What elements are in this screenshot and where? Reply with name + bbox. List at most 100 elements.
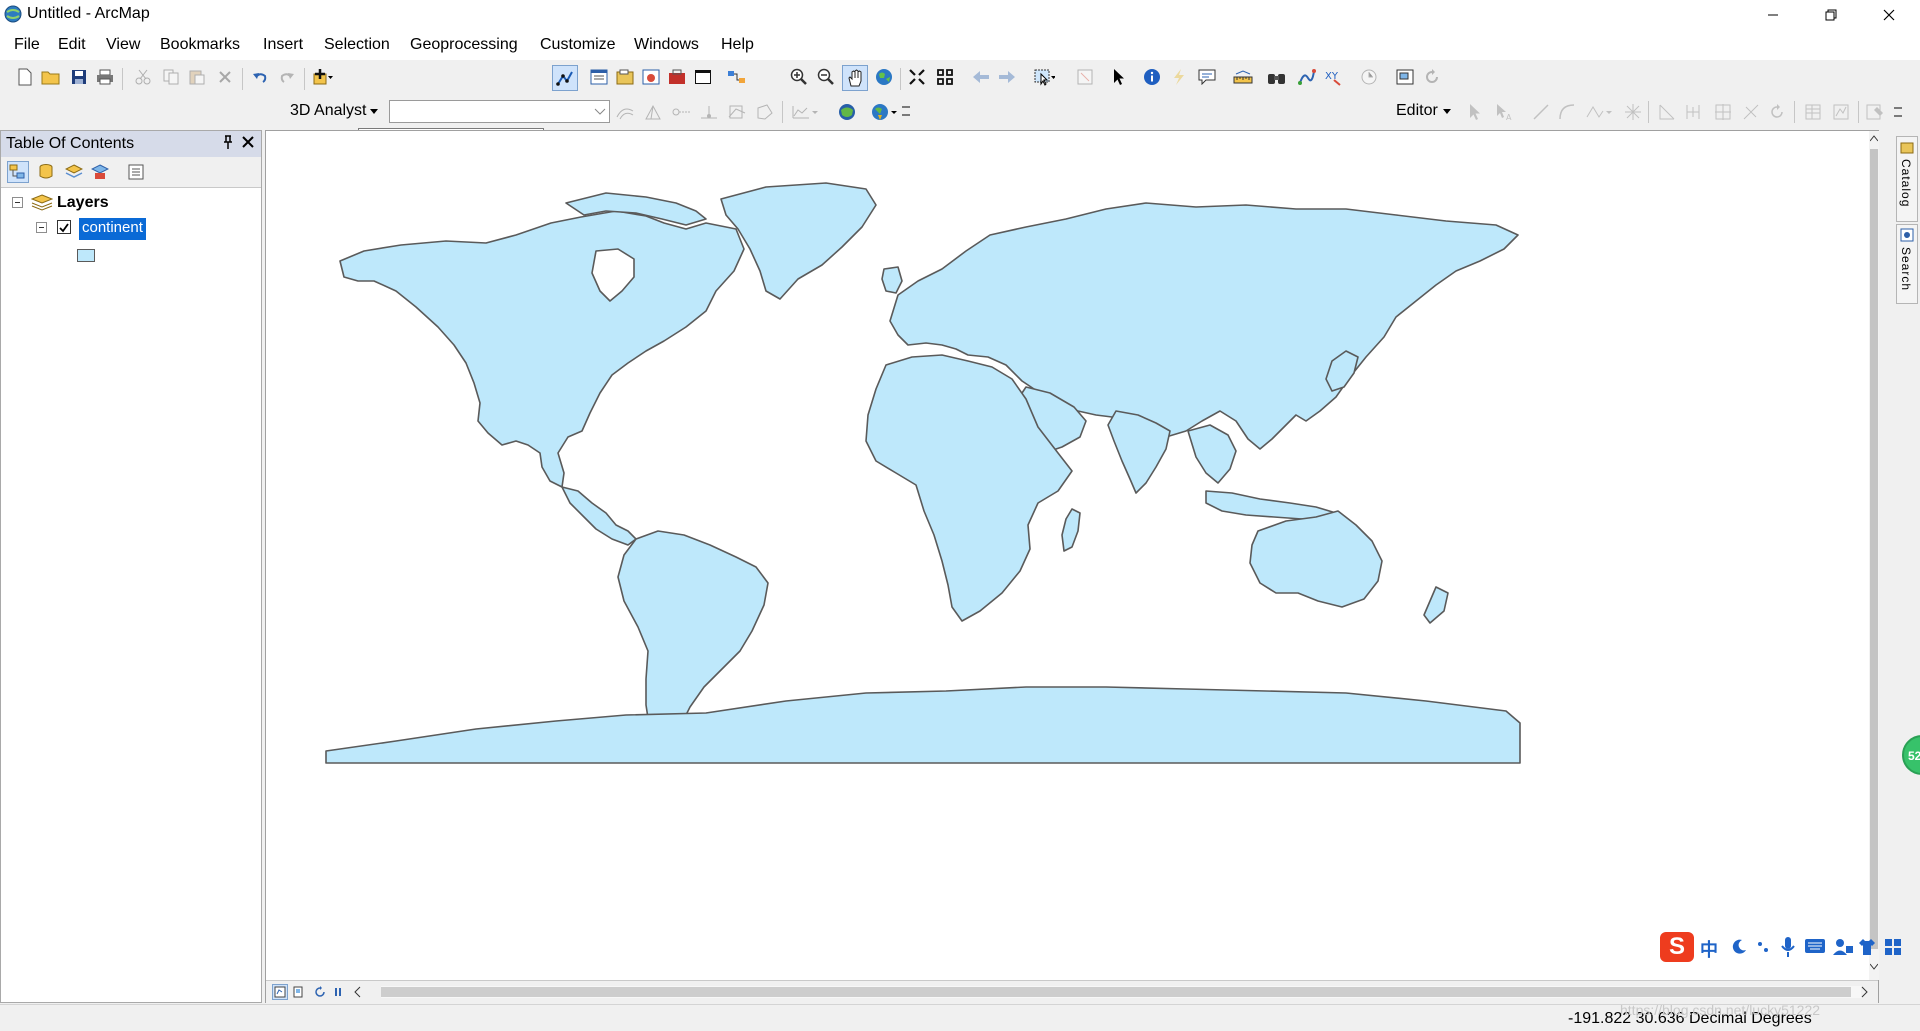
continent-greenland[interactable] (720, 182, 877, 300)
arcglobe-button[interactable] (870, 101, 900, 123)
menu-customize[interactable]: Customize (540, 36, 616, 54)
continent-north-america[interactable] (339, 210, 745, 488)
attributes-button[interactable] (1802, 101, 1824, 123)
python-window-button[interactable] (692, 66, 714, 88)
find-button[interactable] (1266, 66, 1288, 88)
paste-button[interactable] (186, 66, 208, 88)
menu-selection[interactable]: Selection (324, 36, 390, 54)
moon-icon[interactable] (1730, 938, 1748, 956)
continent-central-america[interactable] (561, 486, 637, 546)
microphone-icon[interactable] (1780, 936, 1796, 958)
floating-assistant-ball[interactable]: 52 (1902, 735, 1920, 775)
arcscene-button[interactable] (836, 101, 858, 123)
refresh-view-button[interactable] (312, 984, 328, 1000)
copy-button[interactable] (160, 66, 182, 88)
refresh-button[interactable] (1421, 66, 1443, 88)
fixed-zoom-out-button[interactable] (934, 66, 956, 88)
add-data-button[interactable] (312, 66, 334, 88)
time-slider-button[interactable] (1358, 66, 1380, 88)
straight-segment-button[interactable] (1530, 101, 1552, 123)
data-view-button[interactable] (272, 984, 288, 1000)
caret-down-icon[interactable] (1443, 109, 1451, 115)
pin-icon[interactable] (221, 134, 235, 150)
zoom-out-button[interactable] (815, 66, 837, 88)
layers-collapse-toggle[interactable] (12, 197, 23, 208)
line-of-sight-button[interactable] (670, 101, 692, 123)
new-zealand[interactable] (1423, 586, 1449, 624)
fixed-zoom-in-button[interactable] (906, 66, 928, 88)
redo-button[interactable] (276, 66, 298, 88)
data-frame-name[interactable]: Layers (57, 194, 109, 212)
list-by-visibility-button[interactable] (63, 161, 85, 183)
continent-symbol-swatch[interactable] (77, 249, 95, 262)
scroll-left-button[interactable] (350, 984, 366, 1000)
vertical-scroll-thumb[interactable] (1870, 149, 1878, 949)
point-button[interactable] (1622, 101, 1644, 123)
zoom-in-button[interactable] (788, 66, 810, 88)
full-extent-button[interactable] (873, 66, 895, 88)
layout-view-button[interactable] (290, 984, 306, 1000)
table-of-contents-button[interactable] (588, 66, 610, 88)
user-skin-icon[interactable] (1832, 938, 1854, 956)
continent-visibility-checkbox[interactable] (57, 220, 71, 234)
interpolate-point-button[interactable] (698, 101, 720, 123)
ime-language-indicator[interactable]: 中 (1700, 936, 1718, 962)
steepest-path-button[interactable] (642, 101, 664, 123)
menu-help[interactable]: Help (721, 36, 754, 54)
go-back-extent-button[interactable] (970, 66, 992, 88)
restore-button[interactable] (1802, 0, 1860, 30)
scroll-down-icon[interactable] (1870, 963, 1878, 971)
sketch-properties-button[interactable] (1830, 101, 1852, 123)
list-by-source-button[interactable] (35, 161, 57, 183)
find-route-button[interactable] (1296, 66, 1318, 88)
print-button[interactable] (94, 66, 116, 88)
profile-graph-button[interactable] (790, 101, 820, 123)
menu-windows[interactable]: Windows (634, 36, 699, 54)
catalog-dock-tab[interactable]: Catalog (1896, 136, 1918, 222)
rotate-tool-button[interactable] (1766, 101, 1788, 123)
search-window-button[interactable] (640, 66, 662, 88)
save-button[interactable] (68, 66, 90, 88)
identify-button[interactable] (1141, 66, 1163, 88)
3d-analyst-layer-combobox[interactable] (389, 100, 610, 123)
southeast-asia[interactable] (1187, 424, 1237, 484)
menu-insert[interactable]: Insert (263, 36, 303, 54)
close-button[interactable] (1860, 0, 1918, 30)
select-features-button[interactable] (1033, 66, 1055, 88)
split-tool-button[interactable] (1740, 101, 1762, 123)
edit-vertices-button[interactable] (1656, 101, 1678, 123)
catalog-window-button[interactable] (614, 66, 636, 88)
edit-tool-button[interactable] (1464, 101, 1486, 123)
cut-polygons-button[interactable] (1712, 101, 1734, 123)
model-builder-button[interactable] (726, 66, 748, 88)
interpolate-line-button[interactable] (726, 101, 748, 123)
cut-button[interactable] (132, 66, 154, 88)
keyboard-icon[interactable] (1804, 938, 1826, 954)
toc-options-button[interactable] (125, 161, 147, 183)
menu-bookmarks[interactable]: Bookmarks (160, 36, 240, 54)
end-point-arc-button[interactable] (1556, 101, 1578, 123)
world-map[interactable] (266, 131, 1878, 981)
list-by-selection-button[interactable] (89, 161, 111, 183)
open-button[interactable] (40, 66, 62, 88)
go-to-xy-button[interactable]: XY (1322, 66, 1344, 88)
scroll-right-button[interactable] (1856, 984, 1872, 1000)
caret-down-icon[interactable] (370, 109, 378, 115)
menu-file[interactable]: File (14, 36, 40, 54)
continent-antarctica[interactable] (325, 686, 1521, 764)
uk-islands[interactable] (881, 266, 903, 294)
create-features-button[interactable] (1864, 101, 1890, 123)
map-canvas[interactable] (266, 131, 1879, 981)
search-dock-tab[interactable]: Search (1896, 224, 1918, 304)
continent-australia[interactable] (1249, 510, 1383, 608)
html-popup-button[interactable] (1196, 66, 1218, 88)
close-icon[interactable] (241, 134, 255, 150)
toolbar-grip[interactable] (902, 106, 910, 116)
sogou-ime-logo[interactable]: S (1660, 932, 1694, 962)
list-by-drawing-order-button[interactable] (7, 161, 29, 183)
editor-menu[interactable]: Editor (1396, 102, 1438, 120)
menu-geoprocessing[interactable]: Geoprocessing (410, 36, 518, 54)
hyperlink-button[interactable] (1168, 66, 1190, 88)
undo-button[interactable] (249, 66, 271, 88)
grid-menu-icon[interactable] (1884, 938, 1902, 956)
